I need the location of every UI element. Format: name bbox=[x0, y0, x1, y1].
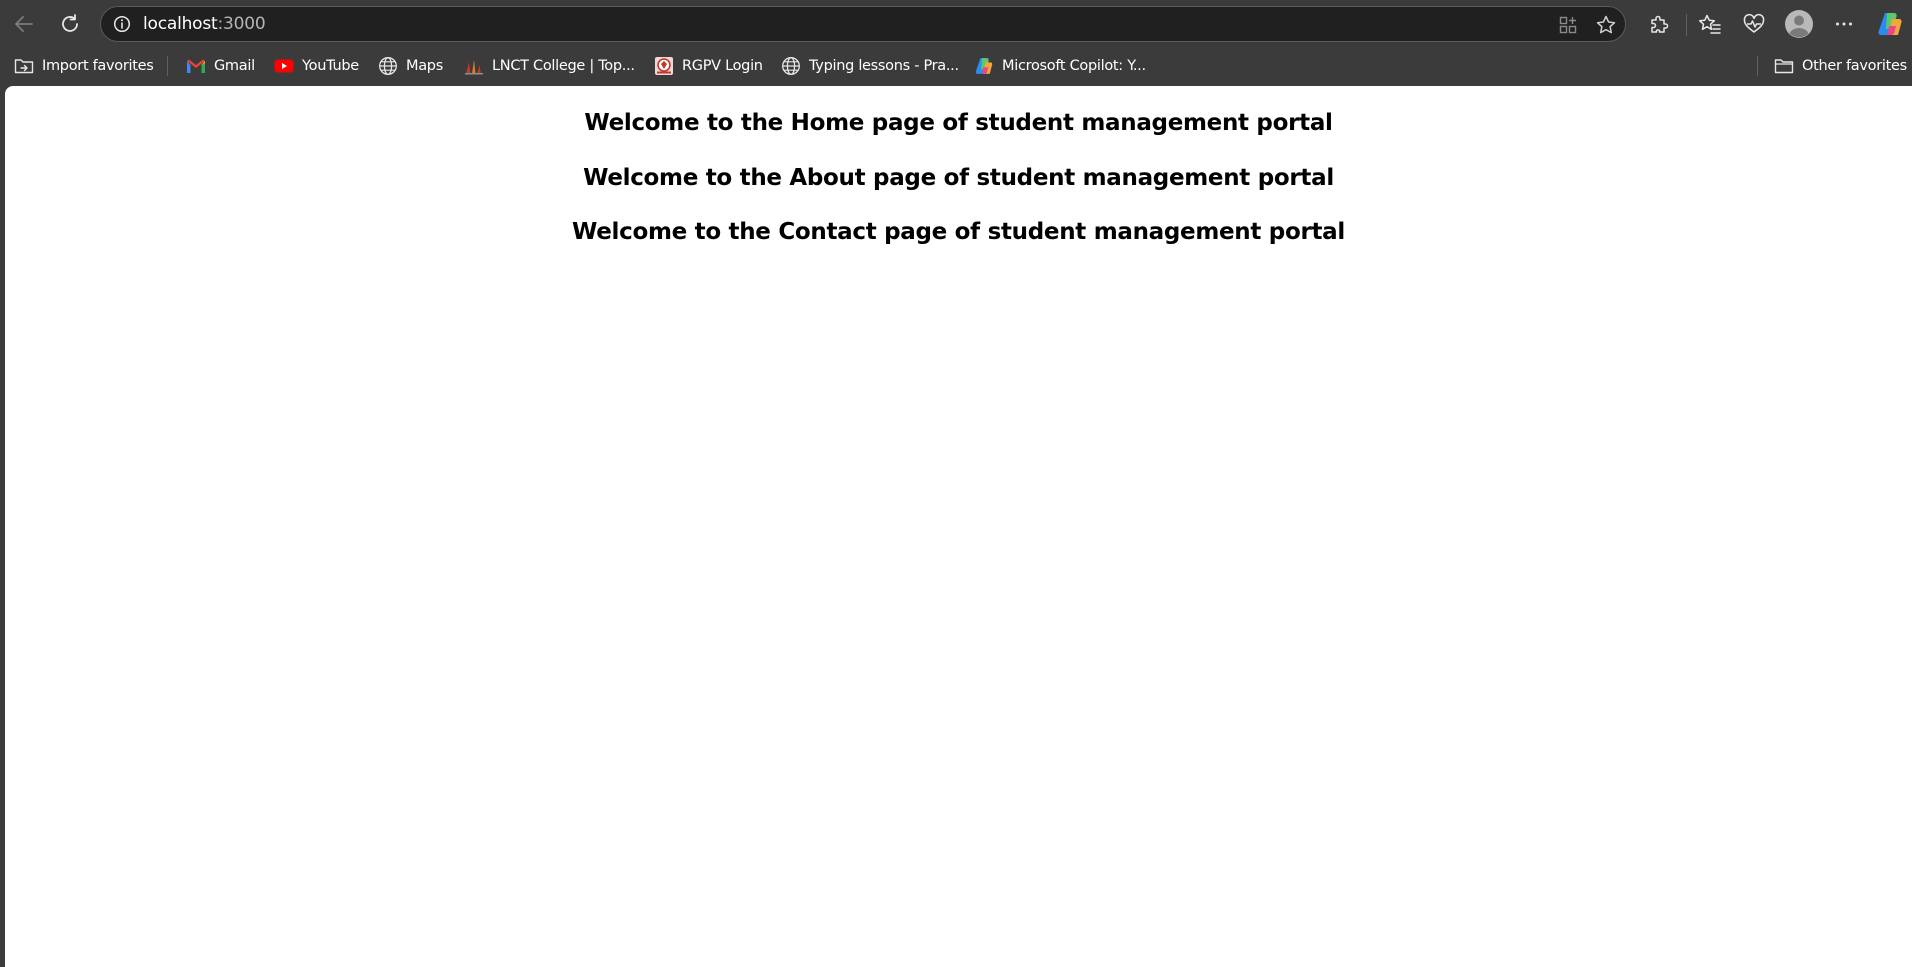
contact-heading: Welcome to the Contact page of student m… bbox=[572, 219, 1345, 245]
bookmark-import-favorites[interactable]: Import favorites bbox=[10, 52, 158, 80]
bookmark-lnct-college[interactable]: LNCT College | Top... bbox=[460, 52, 639, 80]
toolbar-divider bbox=[1686, 14, 1687, 36]
add-favorite-star-icon[interactable] bbox=[1593, 12, 1619, 38]
bookmarks-divider bbox=[1757, 56, 1758, 76]
bookmark-label: Microsoft Copilot: Y... bbox=[1002, 58, 1146, 74]
favorites-list-icon bbox=[1698, 14, 1721, 34]
bookmark-label: Typing lessons - Pra... bbox=[809, 58, 959, 74]
globe-icon bbox=[781, 56, 801, 76]
bookmark-label: Other favorites bbox=[1802, 58, 1907, 74]
back-button[interactable] bbox=[6, 6, 42, 42]
avatar bbox=[1785, 10, 1813, 38]
copilot-icon bbox=[1878, 13, 1902, 35]
import-folder-icon bbox=[14, 56, 34, 76]
bookmark-label: Gmail bbox=[214, 58, 255, 74]
refresh-button[interactable] bbox=[52, 6, 88, 42]
address-bar[interactable]: localhost:3000 bbox=[100, 6, 1626, 42]
copilot-icon bbox=[974, 56, 994, 76]
page-viewport: Welcome to the Home page of student mana… bbox=[5, 86, 1912, 967]
gmail-icon bbox=[186, 56, 206, 76]
app-available-icon[interactable] bbox=[1555, 12, 1581, 38]
favorites-button[interactable] bbox=[1692, 6, 1728, 42]
refresh-icon bbox=[62, 14, 78, 32]
bookmarks-bar: Import favorites Gmail YouTube Maps LNCT… bbox=[0, 48, 1912, 84]
bookmark-label: Maps bbox=[406, 58, 443, 74]
browser-toolbar: localhost:3000 bbox=[0, 0, 1912, 48]
puzzle-piece-icon bbox=[1651, 15, 1669, 33]
home-heading: Welcome to the Home page of student mana… bbox=[584, 110, 1333, 136]
bookmark-label: Import favorites bbox=[42, 58, 154, 74]
rgpv-logo-icon bbox=[654, 56, 674, 76]
profile-button[interactable] bbox=[1781, 6, 1817, 42]
browser-window: localhost:3000 Import favorites Gmail Yo… bbox=[0, 0, 1912, 967]
browser-essentials-button[interactable] bbox=[1736, 6, 1772, 42]
bookmark-microsoft-copilot[interactable]: Microsoft Copilot: Y... bbox=[970, 52, 1150, 80]
extensions-button[interactable] bbox=[1641, 6, 1677, 42]
site-info-icon[interactable] bbox=[111, 13, 133, 35]
bookmark-rgpv-login[interactable]: RGPV Login bbox=[650, 52, 767, 80]
copilot-button[interactable] bbox=[1872, 6, 1908, 42]
bookmark-maps[interactable]: Maps bbox=[374, 52, 447, 80]
bookmark-gmail[interactable]: Gmail bbox=[182, 52, 259, 80]
bookmark-typing-lessons[interactable]: Typing lessons - Pra... bbox=[777, 52, 963, 80]
youtube-icon bbox=[274, 56, 294, 76]
globe-icon bbox=[378, 56, 398, 76]
more-menu-button[interactable] bbox=[1826, 6, 1862, 42]
url-text[interactable]: localhost:3000 bbox=[143, 14, 266, 34]
ellipsis-icon bbox=[1836, 22, 1852, 26]
bookmarks-divider bbox=[167, 56, 168, 76]
bookmark-label: LNCT College | Top... bbox=[492, 58, 635, 74]
arrow-left-icon bbox=[15, 16, 33, 32]
lnct-logo-icon bbox=[464, 56, 484, 76]
bookmark-other-favorites[interactable]: Other favorites bbox=[1770, 52, 1911, 80]
bookmark-youtube[interactable]: YouTube bbox=[270, 52, 363, 80]
heart-pulse-icon bbox=[1743, 13, 1765, 33]
folder-icon bbox=[1774, 56, 1794, 76]
bookmark-label: RGPV Login bbox=[682, 58, 763, 74]
about-heading: Welcome to the About page of student man… bbox=[583, 165, 1334, 191]
bookmark-label: YouTube bbox=[302, 58, 359, 74]
url-port: :3000 bbox=[217, 14, 266, 34]
url-host: localhost bbox=[143, 14, 218, 34]
